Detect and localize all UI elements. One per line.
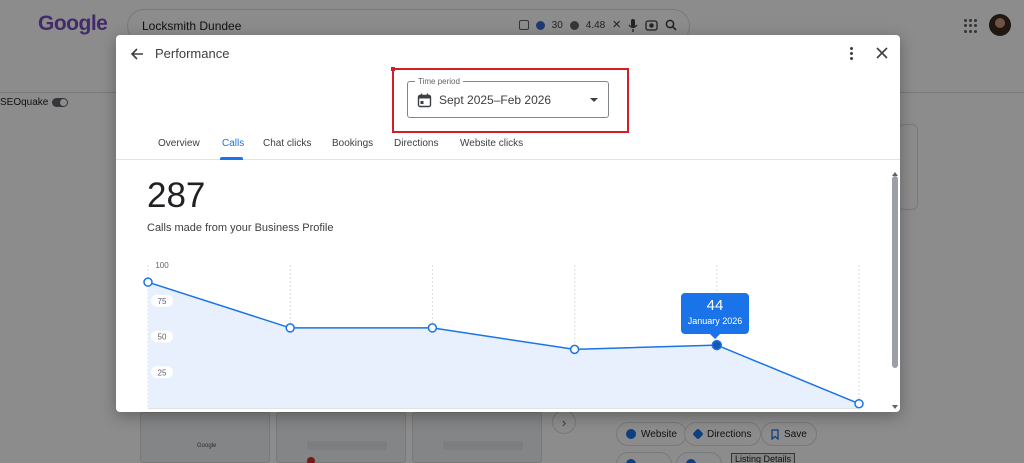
- scrollbar-thumb[interactable]: [892, 176, 898, 368]
- scroll-down-icon[interactable]: [892, 405, 898, 409]
- calls-chart: 100 75 50 25: [143, 261, 864, 409]
- chart-point: [854, 398, 864, 409]
- y-tick-label: 75: [158, 297, 167, 306]
- chart-point: [711, 339, 723, 351]
- y-tick-label: 50: [158, 333, 167, 342]
- y-tick-label: 100: [155, 261, 169, 270]
- y-tick-label: 25: [158, 368, 167, 377]
- performance-dialog: Performance Time period Sept 2025–Feb 20…: [116, 35, 900, 412]
- chart-point: [143, 277, 153, 287]
- chart-point: [569, 344, 580, 355]
- chart-tooltip: 44 January 2026: [681, 293, 749, 339]
- dialog-scrollbar[interactable]: [890, 166, 900, 412]
- chart-area-fill: [148, 282, 859, 408]
- tooltip-label: January 2026: [687, 316, 743, 326]
- tooltip-value: 44: [706, 297, 724, 314]
- chart-point: [285, 323, 295, 333]
- chart-point: [427, 323, 438, 333]
